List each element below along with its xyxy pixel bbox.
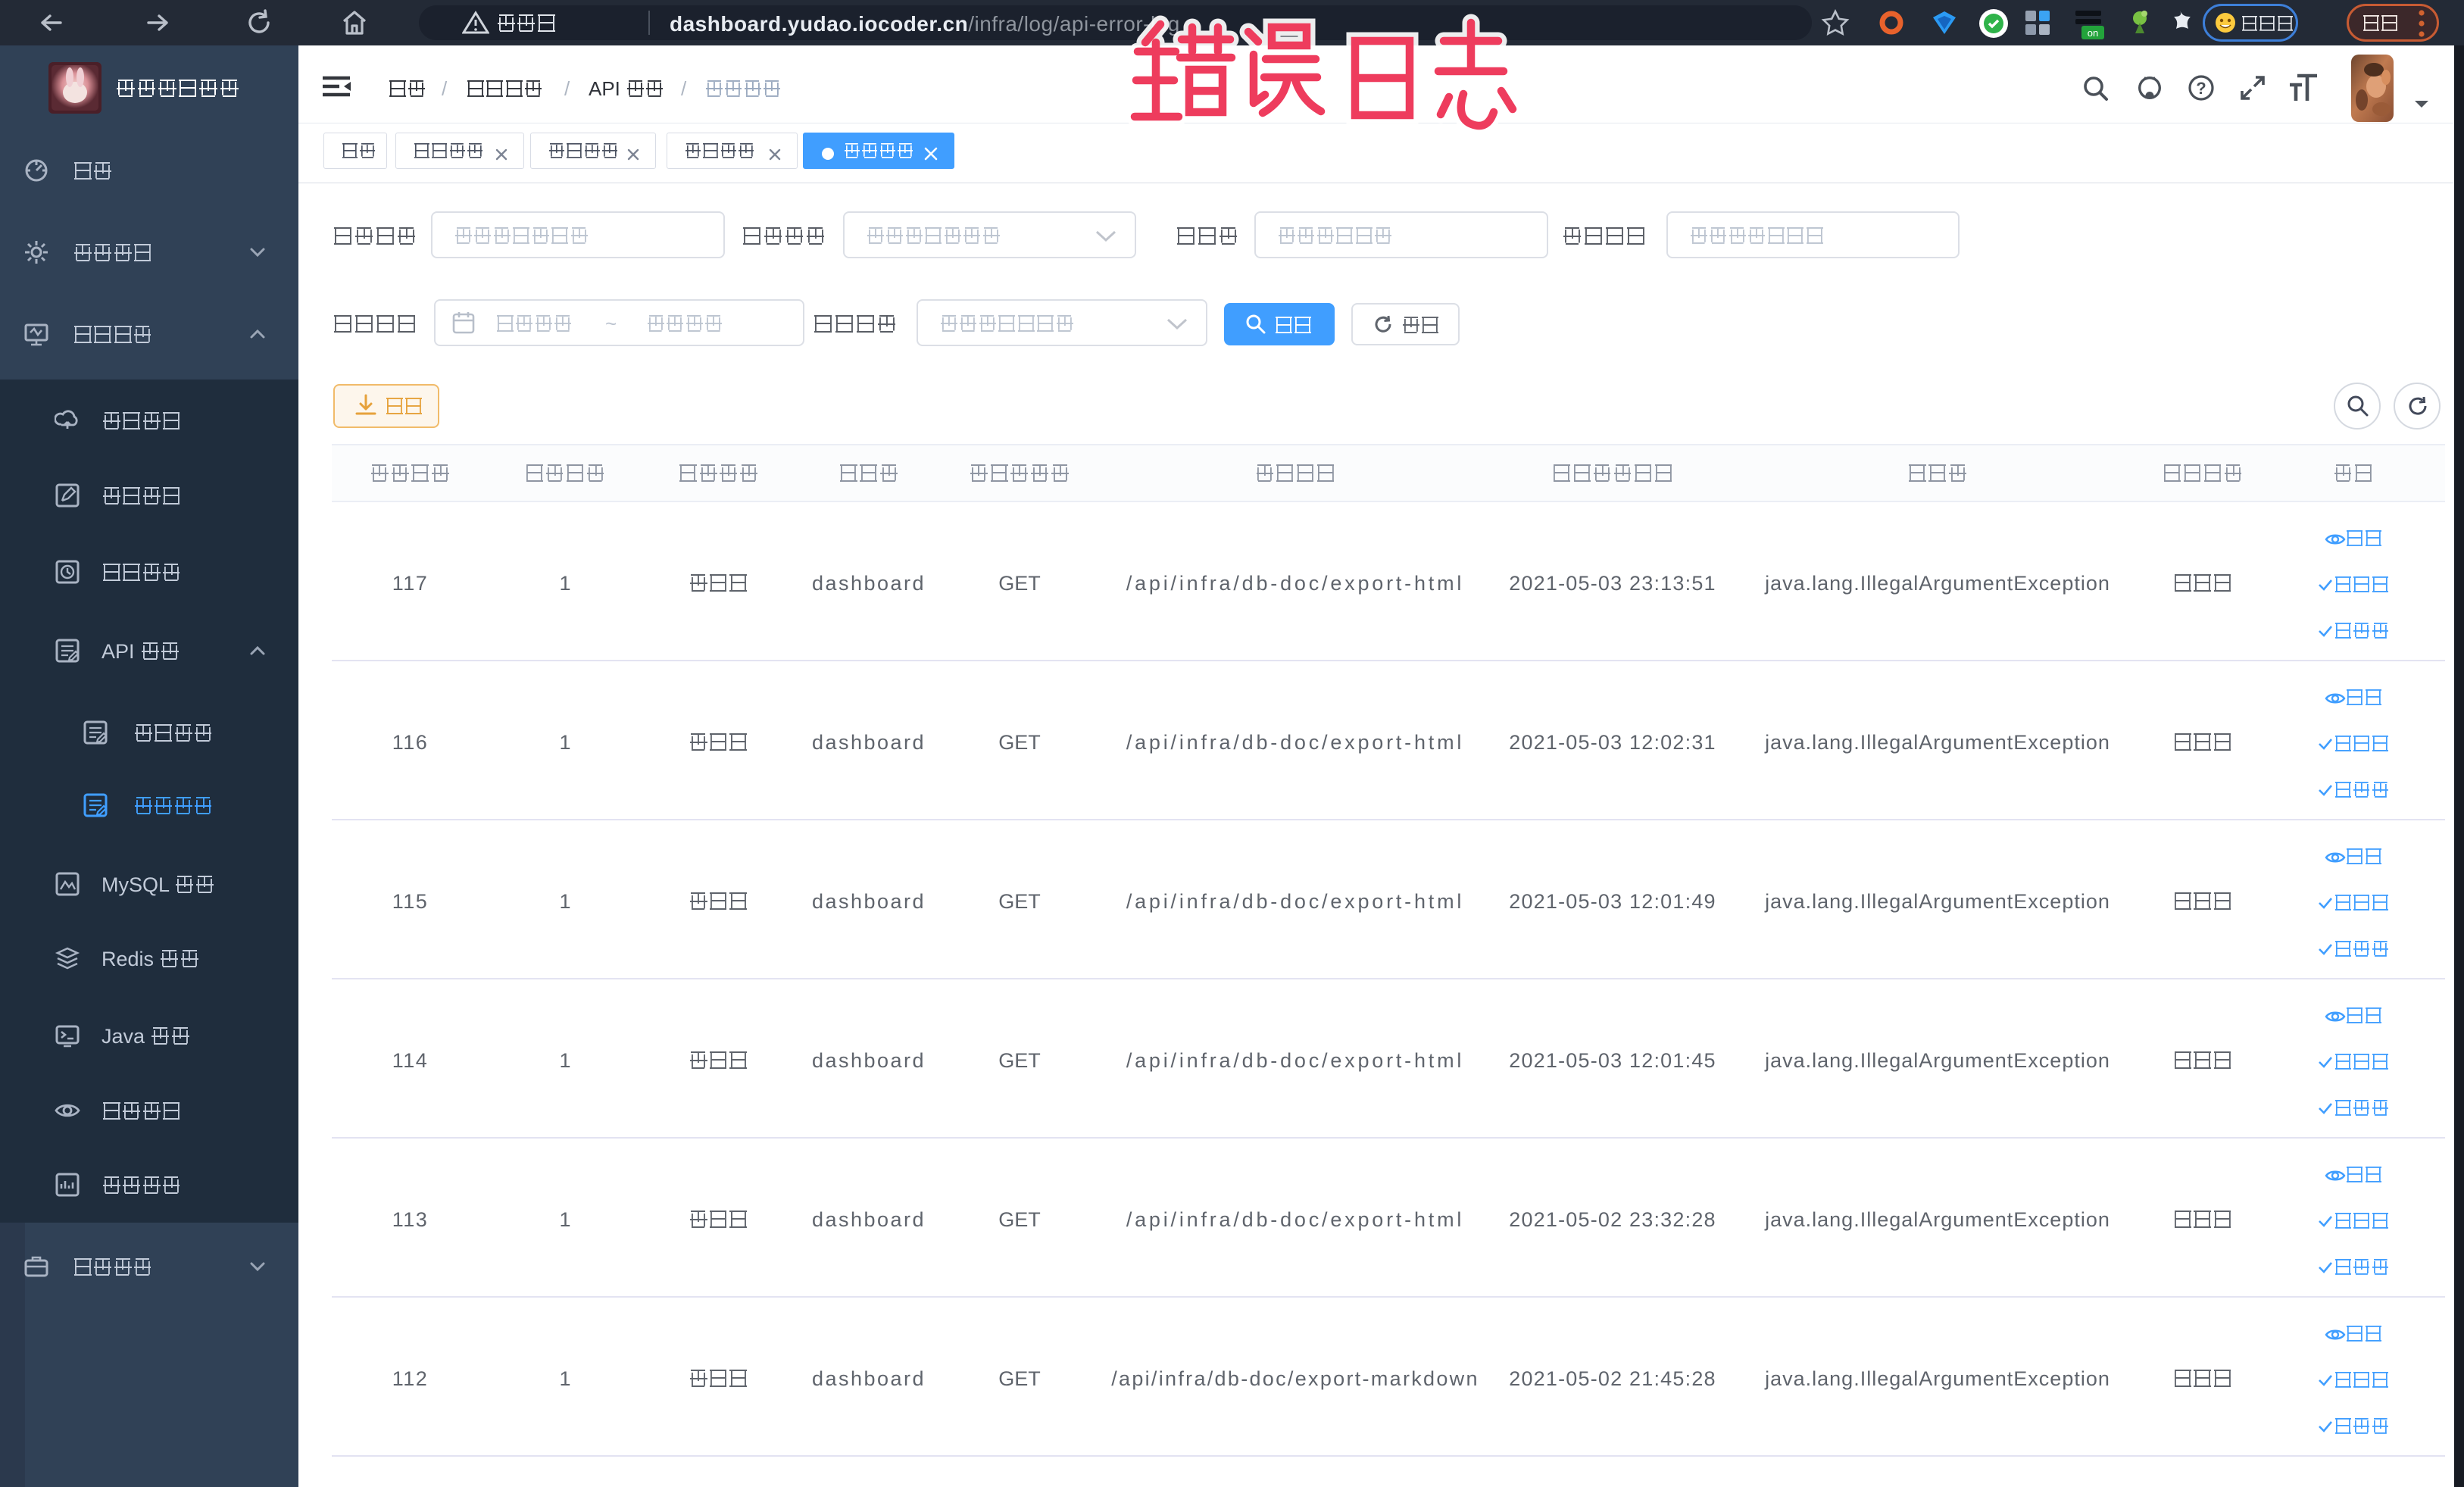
svg-text:?: ?: [2196, 79, 2206, 98]
svg-text:on: on: [2088, 27, 2098, 39]
